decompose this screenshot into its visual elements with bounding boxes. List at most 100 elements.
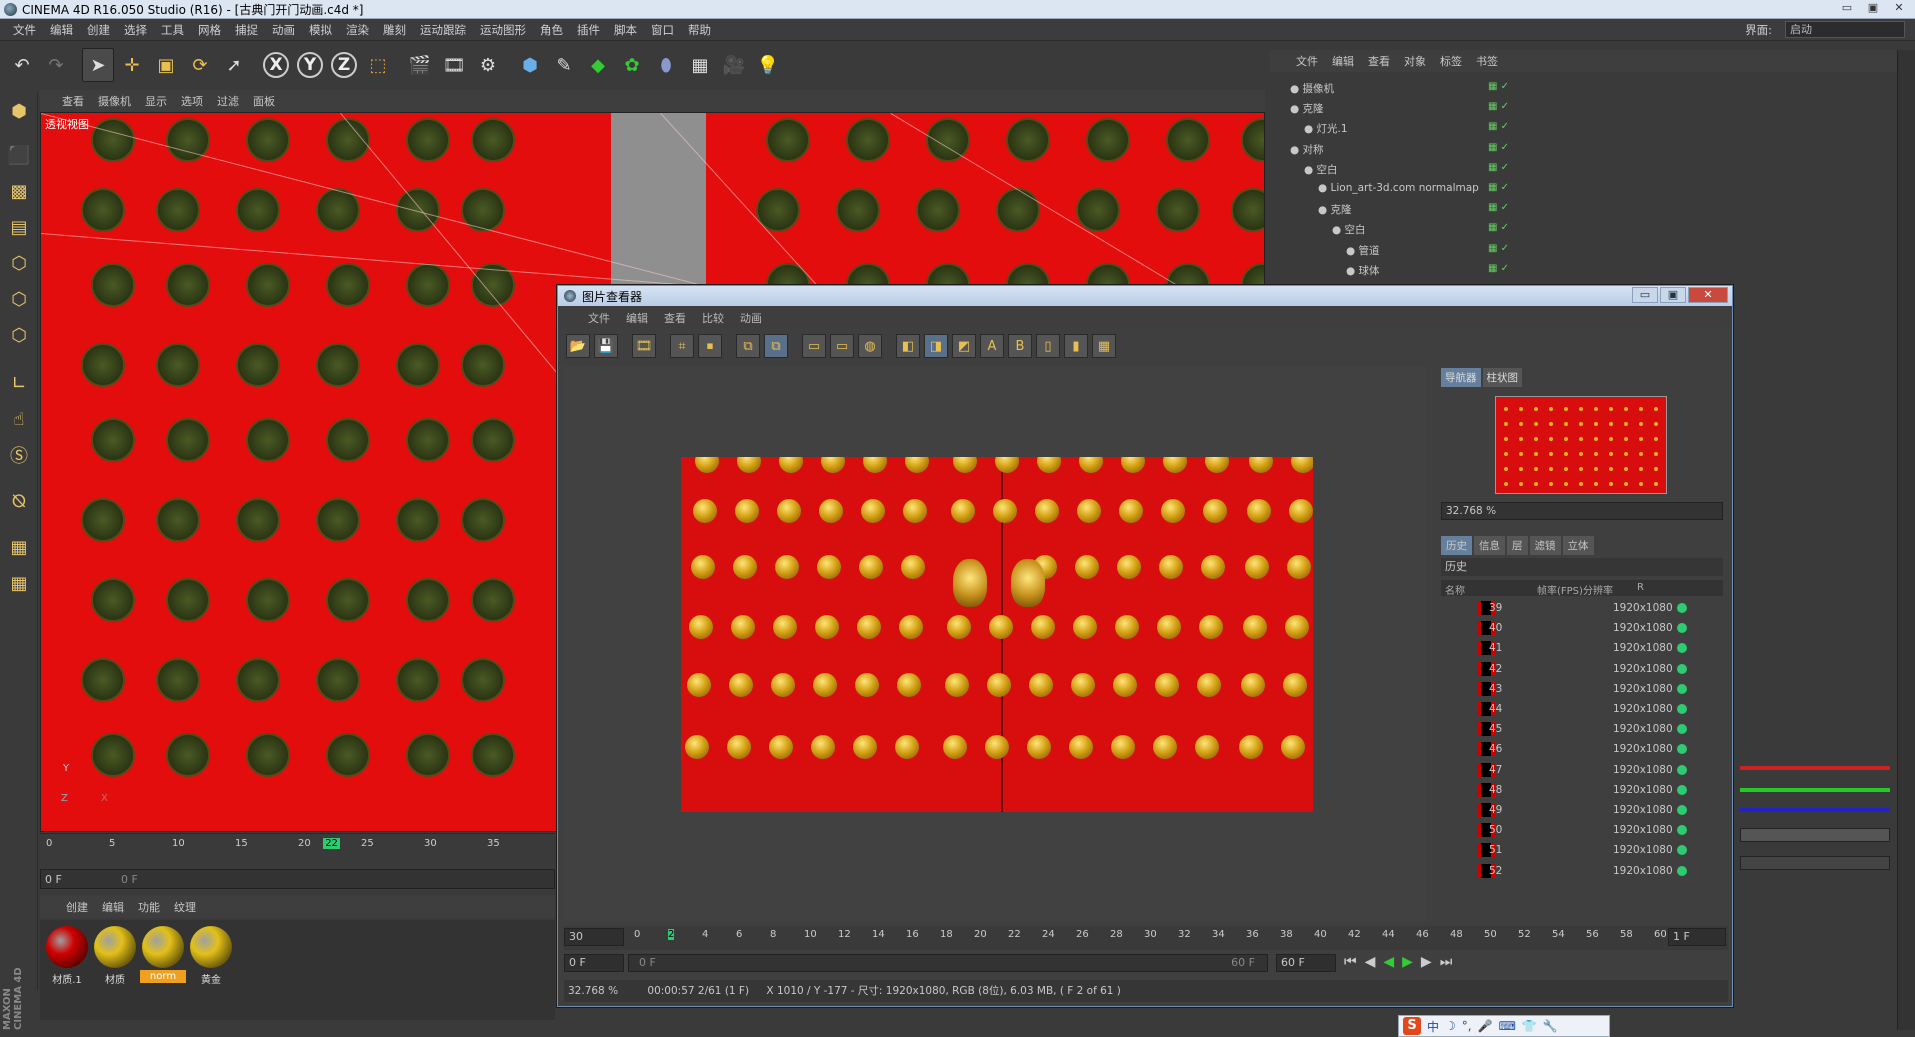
history-row[interactable]: 40 1920x1080: [1441, 618, 1711, 638]
menu-sculpt[interactable]: 雕刻: [376, 22, 413, 38]
viewport-menu-filter[interactable]: 过滤: [217, 93, 239, 109]
frame-slider[interactable]: 0 F: [121, 873, 138, 886]
object-menu-tags[interactable]: 标签: [1440, 53, 1462, 69]
object-visibility-icon[interactable]: ▦ ✓: [1488, 202, 1509, 213]
set-b-icon[interactable]: B: [1008, 334, 1032, 358]
close-button[interactable]: ✕: [1887, 1, 1911, 16]
status-zoom[interactable]: 32.768 %: [568, 985, 618, 997]
tab-navigator[interactable]: 导航器: [1441, 368, 1481, 387]
history-row[interactable]: 42 1920x1080: [1441, 659, 1711, 679]
menu-help[interactable]: 帮助: [681, 22, 718, 38]
tab-histogram[interactable]: 柱状图: [1482, 368, 1522, 387]
zoom-field[interactable]: 32.768 %: [1441, 502, 1723, 520]
viewer-maximize-button[interactable]: ▣: [1660, 287, 1686, 303]
scale-tool-icon[interactable]: ▣: [150, 48, 182, 82]
object-menu-edit[interactable]: 编辑: [1332, 53, 1354, 69]
object-row[interactable]: ● 管道 ▦ ✓: [1270, 240, 1897, 260]
object-row[interactable]: ● 空白 ▦ ✓: [1270, 159, 1897, 179]
minimize-button[interactable]: ▭: [1835, 1, 1859, 16]
tab-stereo[interactable]: 立体: [1562, 536, 1594, 555]
object-visibility-icon[interactable]: ▦ ✓: [1488, 222, 1509, 233]
object-visibility-icon[interactable]: ▦ ✓: [1488, 263, 1509, 274]
tab-history[interactable]: 历史: [1441, 536, 1472, 555]
tweak-mode-icon[interactable]: ☝: [4, 404, 34, 434]
snap-icon[interactable]: ⦰: [4, 486, 34, 516]
col-fps[interactable]: 帧率(FPS): [1537, 582, 1583, 597]
x-axis-lock-icon[interactable]: X: [260, 48, 292, 82]
tab-filter[interactable]: 滤镜: [1529, 536, 1561, 555]
compare-ab-icon[interactable]: ◧: [896, 334, 920, 358]
viewer-end-frame[interactable]: 60 F: [1276, 954, 1336, 972]
menu-character[interactable]: 角色: [533, 22, 570, 38]
object-visibility-icon[interactable]: ▦ ✓: [1488, 243, 1509, 254]
save-file-icon[interactable]: 💾: [594, 334, 618, 358]
edges-mode-icon[interactable]: ⬡: [4, 284, 34, 314]
ime-punct-icon[interactable]: °,: [1462, 1019, 1472, 1033]
viewer-menu-edit[interactable]: 编辑: [626, 310, 648, 326]
object-row[interactable]: ● 空白 ▦ ✓: [1270, 219, 1897, 239]
red-color-slider[interactable]: [1740, 766, 1890, 770]
tab-layers[interactable]: 层: [1507, 536, 1528, 555]
render-canvas[interactable]: [564, 366, 1427, 921]
texture-mode-icon[interactable]: ▩: [4, 176, 34, 206]
object-row[interactable]: ● 球体 ▦ ✓: [1270, 260, 1897, 280]
col-r[interactable]: R: [1637, 582, 1644, 593]
viewer-fps-field[interactable]: 30: [564, 928, 624, 946]
green-color-slider[interactable]: [1740, 788, 1890, 792]
compare-diff-icon[interactable]: ◩: [952, 334, 976, 358]
polygons-mode-icon[interactable]: ⬡: [4, 320, 34, 350]
material-swatch[interactable]: norm: [140, 924, 186, 992]
history-row[interactable]: 39 1920x1080: [1441, 598, 1711, 618]
compare-split-icon[interactable]: ◨: [924, 334, 948, 358]
material-menu-texture[interactable]: 纹理: [174, 899, 196, 915]
object-visibility-icon[interactable]: ▦ ✓: [1488, 182, 1509, 193]
object-visibility-icon[interactable]: ▦ ✓: [1488, 81, 1509, 92]
object-row[interactable]: ● 对称 ▦ ✓: [1270, 139, 1897, 159]
make-editable-icon[interactable]: ⬢: [4, 96, 34, 126]
render-view-icon[interactable]: 🎬: [404, 48, 436, 82]
layout-single-icon[interactable]: ▯: [1036, 334, 1060, 358]
viewer-playback-controls[interactable]: ⏮◀◀▶▶⏭: [1344, 954, 1460, 970]
menu-script[interactable]: 脚本: [607, 22, 644, 38]
object-menu-bookmarks[interactable]: 书签: [1476, 53, 1498, 69]
menu-snap[interactable]: 捕捉: [228, 22, 265, 38]
col-name[interactable]: 名称: [1445, 582, 1465, 597]
solo-mode-icon[interactable]: Ⓢ: [4, 440, 34, 470]
menu-create[interactable]: 创建: [80, 22, 117, 38]
ime-language[interactable]: 中: [1427, 1018, 1439, 1035]
viewer-start-frame[interactable]: 0 F: [564, 954, 624, 972]
menu-tools[interactable]: 工具: [154, 22, 191, 38]
history-row[interactable]: 52 1920x1080: [1441, 861, 1711, 881]
menu-motion-tracking[interactable]: 运动跟踪: [413, 22, 473, 38]
object-row[interactable]: ● 灯光.1 ▦ ✓: [1270, 118, 1897, 138]
viewer-menu-view[interactable]: 查看: [664, 310, 686, 326]
material-swatch[interactable]: 材质.1: [44, 924, 90, 992]
ime-keyboard-icon[interactable]: ⌨: [1499, 1019, 1516, 1033]
planar-workplane-icon[interactable]: ▦: [4, 568, 34, 598]
layout-select[interactable]: 启动: [1785, 21, 1905, 38]
cube-primitive-icon[interactable]: ⬢: [514, 48, 546, 82]
menu-select[interactable]: 选择: [117, 22, 154, 38]
brightness-slider[interactable]: [1740, 828, 1890, 842]
history-row[interactable]: 50 1920x1080: [1441, 820, 1711, 840]
region-icon[interactable]: ▭: [802, 334, 826, 358]
material-menu-edit[interactable]: 编辑: [102, 899, 124, 915]
history-row[interactable]: 46 1920x1080: [1441, 739, 1711, 759]
render-settings-icon[interactable]: ⚙: [472, 48, 504, 82]
object-visibility-icon[interactable]: ▦ ✓: [1488, 142, 1509, 153]
history-row[interactable]: 45 1920x1080: [1441, 719, 1711, 739]
history-row[interactable]: 44 1920x1080: [1441, 699, 1711, 719]
object-menu-file[interactable]: 文件: [1296, 53, 1318, 69]
viewport-menu-display[interactable]: 显示: [145, 93, 167, 109]
y-axis-lock-icon[interactable]: Y: [294, 48, 326, 82]
stop-render-icon[interactable]: ⏹: [698, 334, 722, 358]
model-mode-icon[interactable]: ⬛: [4, 140, 34, 170]
viewer-minimize-button[interactable]: ▭: [1632, 287, 1658, 303]
col-resolution[interactable]: 分辨率: [1583, 582, 1613, 597]
menu-animate[interactable]: 动画: [265, 22, 302, 38]
history-row[interactable]: 48 1920x1080: [1441, 780, 1711, 800]
paste-icon[interactable]: ⧉: [764, 334, 788, 358]
light-icon[interactable]: 💡: [752, 48, 784, 82]
object-row[interactable]: ● 克隆 ▦ ✓: [1270, 98, 1897, 118]
workplane-mode-icon[interactable]: ▤: [4, 212, 34, 242]
